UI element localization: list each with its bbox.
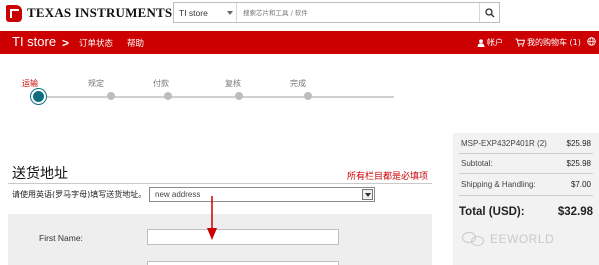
address-select[interactable]: new address bbox=[149, 187, 375, 202]
page-title: 送货地址 bbox=[12, 166, 68, 182]
step-marker bbox=[107, 92, 115, 100]
user-icon bbox=[477, 38, 485, 47]
nav-help[interactable]: 帮助 bbox=[127, 37, 144, 49]
divider bbox=[459, 195, 593, 196]
address-instruction: 请使用英语(罗马字母)填写送货地址。 bbox=[12, 190, 147, 199]
summary-item-name: MSP-EXP432P401R (2) bbox=[461, 139, 547, 148]
address-select-value: new address bbox=[155, 190, 201, 199]
store-brand-link[interactable]: TI store bbox=[12, 34, 56, 49]
shipping-value: $7.00 bbox=[570, 180, 591, 189]
step-marker bbox=[164, 92, 172, 100]
last-name-field[interactable] bbox=[147, 261, 339, 265]
ti-logo[interactable]: TEXAS INSTRUMENTS bbox=[6, 3, 172, 23]
shipping-label: Shipping & Handling: bbox=[461, 180, 536, 189]
top-header: TEXAS INSTRUMENTS TI store bbox=[0, 0, 599, 28]
checkout-page: TEXAS INSTRUMENTS TI store TI store > 订单… bbox=[0, 0, 599, 265]
step-label: 付款 bbox=[153, 79, 169, 88]
wechat-icon bbox=[462, 231, 486, 246]
store-nav-bar: TI store > 订单状态 帮助 帐户 我的购物车 (1) bbox=[0, 31, 599, 54]
total-value: $32.98 bbox=[557, 206, 593, 218]
cart-link[interactable]: 我的购物车 (1) bbox=[515, 37, 581, 48]
search-button[interactable] bbox=[479, 3, 499, 22]
watermark: EEWORLD bbox=[462, 231, 554, 246]
first-name-field[interactable] bbox=[147, 229, 339, 245]
globe-icon[interactable] bbox=[587, 37, 596, 48]
search-scope-select[interactable]: TI store bbox=[174, 3, 237, 22]
divider bbox=[459, 173, 593, 174]
search-icon bbox=[484, 7, 494, 17]
account-link[interactable]: 帐户 bbox=[477, 37, 503, 48]
ti-logo-icon bbox=[6, 4, 22, 22]
subtotal-value: $25.98 bbox=[566, 159, 591, 168]
summary-item-price: $25.98 bbox=[566, 139, 591, 148]
step-label: 复核 bbox=[225, 79, 241, 88]
checkout-progress: 运输 规定 付款 复核 完成 bbox=[0, 60, 420, 120]
total-label: Total (USD): bbox=[459, 206, 525, 218]
divider bbox=[459, 153, 593, 154]
summary-subtotal-row: Subtotal: $25.98 bbox=[461, 159, 591, 168]
cart-label: 我的购物车 (1) bbox=[527, 38, 581, 47]
step-marker bbox=[235, 92, 243, 100]
step-marker bbox=[304, 92, 312, 100]
chevron-right-icon: > bbox=[62, 36, 70, 50]
step-marker-active bbox=[33, 91, 44, 102]
search-bar: TI store bbox=[173, 2, 500, 23]
watermark-text: EEWORLD bbox=[490, 231, 555, 246]
chevron-down-icon bbox=[227, 11, 233, 15]
logo-text: TEXAS INSTRUMENTS bbox=[27, 5, 173, 20]
summary-total-row: Total (USD): $32.98 bbox=[459, 206, 593, 218]
divider bbox=[8, 183, 432, 184]
cart-icon bbox=[515, 38, 525, 47]
progress-track bbox=[38, 96, 394, 98]
annotation-arrow-icon bbox=[207, 196, 217, 240]
nav-order-status[interactable]: 订单状态 bbox=[79, 37, 113, 49]
subtotal-label: Subtotal: bbox=[461, 159, 493, 168]
step-label: 规定 bbox=[88, 79, 104, 88]
summary-item-row: MSP-EXP432P401R (2) $25.98 bbox=[461, 139, 591, 148]
summary-shipping-row: Shipping & Handling: $7.00 bbox=[461, 180, 591, 189]
step-label: 完成 bbox=[290, 79, 306, 88]
required-fields-note: 所有栏目都是必填项 bbox=[347, 172, 429, 182]
step-label: 运输 bbox=[22, 79, 38, 88]
search-scope-label: TI store bbox=[179, 7, 208, 18]
account-label: 帐户 bbox=[487, 38, 503, 47]
chevron-down-icon bbox=[362, 189, 373, 200]
first-name-label: First Name: bbox=[39, 233, 83, 243]
search-input[interactable] bbox=[237, 3, 479, 22]
